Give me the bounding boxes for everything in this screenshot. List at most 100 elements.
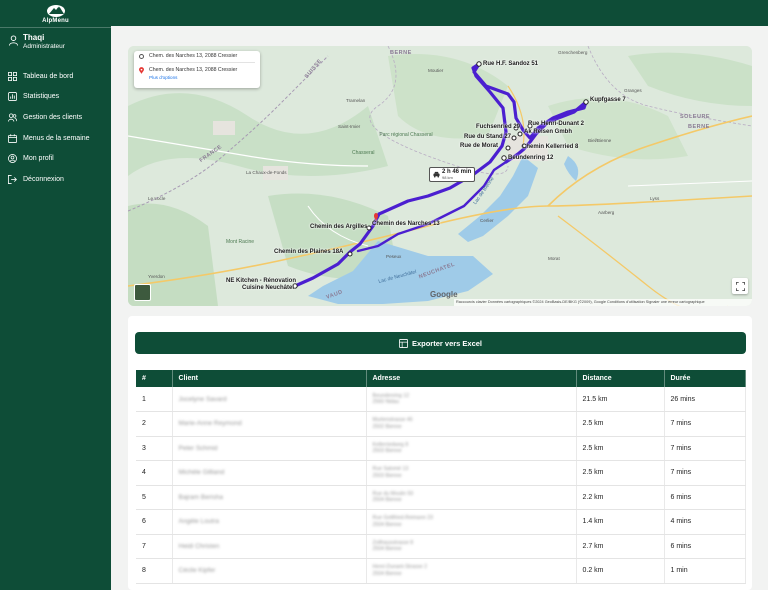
client-address: Rue du Moulin 93 2504 Bienne: [366, 485, 577, 510]
sidebar-item-label: Menus de la semaine: [23, 134, 90, 142]
town-label: Lyss: [650, 196, 660, 201]
table-row[interactable]: 3 Peter Schmid Kellerriedweg 8 2503 Bienne 2…: [136, 436, 746, 461]
town-label: Morat: [548, 256, 560, 261]
distance-cell: 0.2 km: [576, 558, 665, 584]
duration-cell: 6 mins: [664, 485, 746, 510]
town-label: Tramelan: [346, 98, 366, 103]
duration-cell: 7 mins: [664, 411, 746, 437]
table-row[interactable]: 5 Bajram Berisha Rue du Moulin 93 2504 Bien…: [136, 485, 746, 510]
export-excel-label: Exporter vers Excel: [411, 338, 483, 348]
distance-cell: 21.5 km: [576, 387, 665, 412]
address-city: 2504 Bienne: [372, 521, 402, 528]
client-address: Rue Gottfried-Reimann 23 2504 Bienne: [366, 509, 577, 535]
map-attribution[interactable]: Raccourcis clavier Données cartographiqu…: [454, 299, 752, 306]
duration-cell: 6 mins: [664, 534, 746, 559]
region-label: BERNE: [688, 124, 710, 130]
town-label: Aarberg: [598, 210, 615, 215]
duration-cell: 26 mins: [664, 387, 746, 412]
column-header-client[interactable]: Client: [172, 370, 367, 387]
user-block: Thaqi Administrateur: [0, 28, 111, 62]
sidebar-item-label: Gestion des clients: [23, 113, 83, 121]
client-name: Michèle Gilliand: [172, 460, 367, 486]
row-number: 2: [136, 411, 173, 437]
duration-cell: 1 min: [664, 558, 746, 584]
top-bar: [111, 0, 768, 26]
table-header-row: # Client Adresse Distance Durée: [136, 370, 746, 387]
column-header-distance[interactable]: Distance: [576, 370, 665, 387]
map-layers-button[interactable]: [134, 284, 151, 301]
sidebar-item-weekly-menus[interactable]: Menus de la semaine: [0, 128, 111, 149]
destination-row[interactable]: Chem. des Narches 13, 2088 Cressier: [134, 65, 260, 75]
mountain-logo-icon: [46, 5, 65, 17]
distance-cell: 1.4 km: [576, 509, 665, 535]
client-address: Rue Salomé 13 2503 Bienne: [366, 460, 577, 486]
car-icon: [433, 171, 440, 178]
client-name: Jocelyne Savard: [172, 387, 367, 412]
client-name: Bajram Berisha: [172, 485, 367, 510]
row-number: 8: [136, 558, 173, 584]
fullscreen-button[interactable]: [732, 278, 748, 294]
map-stop-label: Beundenring 12: [508, 155, 554, 161]
origin-address: Chem. des Narches 13, 2088 Cressier: [149, 53, 238, 59]
sidebar-item-logout[interactable]: Déconnexion: [0, 169, 111, 190]
export-excel-button[interactable]: Exporter vers Excel: [135, 332, 746, 354]
row-number: 4: [136, 460, 173, 486]
route-map[interactable]: BERNE SUISSE FRANCE SOLEURE BERNE NEUCHA…: [128, 46, 752, 306]
map-stop-label: Rue Henri-Dunant 2: [528, 121, 585, 127]
client-address: Kellerriedweg 8 2503 Bienne: [366, 436, 577, 461]
park-label: Parc régional Chasseral: [379, 132, 433, 138]
logout-icon: [8, 174, 17, 184]
client-address: Murtenstrasse 46 2502 Bienne: [366, 411, 577, 437]
route-panel-divider: [149, 62, 255, 63]
row-number: 3: [136, 436, 173, 461]
region-label: SOLEURE: [680, 114, 711, 120]
table-row[interactable]: 6 Angèle Loutra Rue Gottfried-Reimann 23 25…: [136, 509, 746, 535]
sidebar-item-dashboard[interactable]: Tableau de bord: [0, 66, 111, 87]
map-stop-label: Rue H.F. Sandoz 51: [483, 61, 539, 67]
column-header-number[interactable]: #: [136, 370, 173, 387]
bar-chart-icon: [8, 92, 17, 102]
distance-cell: 2.5 km: [576, 436, 665, 461]
client-address: Beundenring 12 2560 Nidau: [366, 387, 577, 412]
client-address: Zollhausstrasse 8 2504 Bienne: [366, 534, 577, 559]
sidebar-item-profile[interactable]: Mon profil: [0, 148, 111, 169]
route-table: # Client Adresse Distance Durée 1 Jocelyn…: [136, 370, 746, 584]
address-city: 2503 Bienne: [372, 472, 402, 479]
row-number: 6: [136, 509, 173, 535]
spreadsheet-icon: [399, 338, 408, 348]
park-label: Chasseral: [352, 150, 375, 156]
route-duration-badge[interactable]: 2 h 46 min 98 km: [429, 167, 476, 182]
address-city: 2560 Nidau: [372, 399, 400, 405]
map-stop-label: Kupfgasse 7: [590, 97, 626, 103]
town-label: Le Locle: [148, 196, 166, 201]
town-label: Yverdon: [148, 274, 165, 279]
table-row[interactable]: 4 Michèle Gilliand Rue Salomé 13 2503 Bienn…: [136, 460, 746, 486]
duration-cell: 7 mins: [664, 460, 746, 486]
sidebar-item-label: Mon profil: [23, 155, 54, 163]
duration-cell: 4 mins: [664, 509, 746, 535]
town-label: Peseux: [386, 254, 402, 259]
map-stop-label: NE Kitchen - Rénovation: [226, 278, 297, 284]
table-row[interactable]: 1 Jocelyne Savard Beundenring 12 2560 Nidau…: [136, 387, 746, 412]
town-label: Biel/Bienne: [588, 138, 612, 143]
map-stop-label: Chemin Kellerried 8: [522, 144, 579, 150]
column-header-duration[interactable]: Durée: [664, 370, 746, 387]
origin-row[interactable]: Chem. des Narches 13, 2088 Cressier: [134, 51, 260, 61]
column-header-address[interactable]: Adresse: [366, 370, 577, 387]
more-options-link[interactable]: Plus d'options: [134, 75, 260, 80]
app-logo[interactable]: AlpMenu: [0, 0, 111, 27]
table-row[interactable]: 8 Cécile Kipfer Henri-Dunant-Strasse 2 2504…: [136, 558, 746, 584]
row-number: 5: [136, 485, 173, 510]
sidebar-item-statistics[interactable]: Statistiques: [0, 87, 111, 108]
table-row[interactable]: 7 Heidi Christen Zollhausstrasse 8 2504 Bie…: [136, 534, 746, 559]
users-icon: [8, 113, 17, 122]
duration-cell: 7 mins: [664, 436, 746, 461]
pin-icon: [139, 66, 144, 74]
sidebar-item-clients[interactable]: Gestion des clients: [0, 107, 111, 128]
route-panel[interactable]: Chem. des Narches 13, 2088 Cressier Chem…: [134, 51, 260, 88]
user-role: Administrateur: [23, 43, 65, 50]
address-city: 2503 Bienne: [372, 448, 402, 455]
table-row[interactable]: 2 Marie-Anne Reymond Murtenstrasse 46 2502 …: [136, 411, 746, 437]
client-address: Henri-Dunant-Strasse 2 2504 Bienne: [366, 558, 577, 584]
app-name: AlpMenu: [42, 18, 69, 24]
